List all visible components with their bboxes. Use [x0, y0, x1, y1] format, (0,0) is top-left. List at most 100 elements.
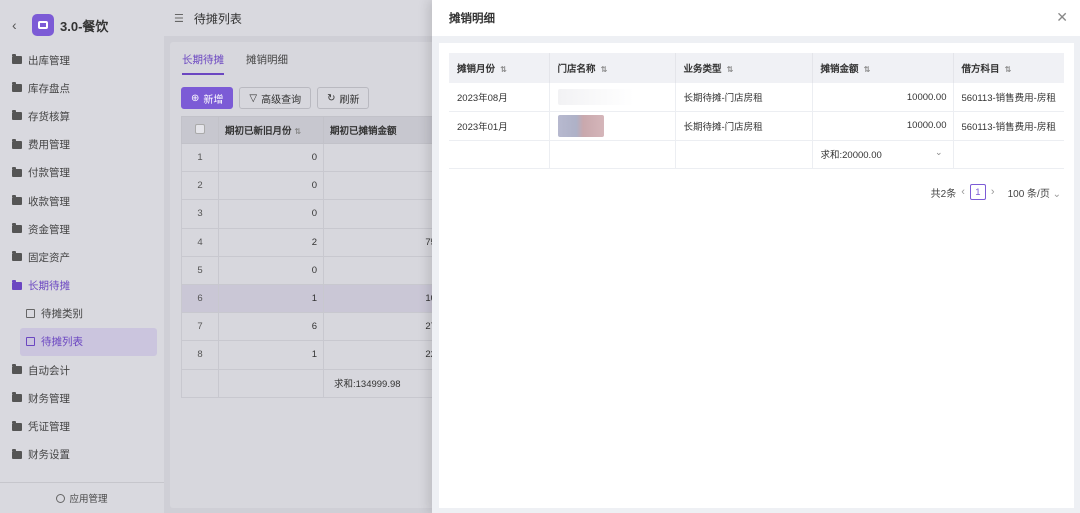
- sidebar-item-voucher[interactable]: 凭证管理: [0, 412, 164, 440]
- sidebar: ‹ 3.0-餐饮 出库管理 库存盘点 存货核算 费用管理 付款管理 收款管理 资…: [0, 0, 164, 513]
- sidebar-item-finance-settings[interactable]: 财务设置: [0, 441, 164, 469]
- refresh-label: 刷新: [339, 94, 360, 106]
- sidebar-item-payment[interactable]: 付款管理: [0, 159, 164, 187]
- sidebar-item-label: 长期待摊: [28, 280, 70, 293]
- row-index: 2: [181, 171, 219, 201]
- sidebar-item-fixed-assets[interactable]: 固定资产: [0, 243, 164, 271]
- sidebar-item-amortization-category[interactable]: 待摊类别: [0, 300, 164, 328]
- table-row[interactable]: 4275000.00: [181, 227, 470, 257]
- sidebar-item-outbound[interactable]: 出库管理: [0, 46, 164, 74]
- tab-long-term-amortization[interactable]: 长期待摊: [182, 52, 224, 75]
- sidebar-item-label: 库存盘点: [28, 82, 70, 95]
- chevron-down-icon[interactable]: ⌄: [935, 147, 943, 158]
- select-all-checkbox[interactable]: [195, 123, 205, 134]
- tab-amortization-detail[interactable]: 摊销明细: [246, 52, 288, 75]
- close-icon[interactable]: ✕: [1056, 10, 1068, 24]
- pagination: 共2条 ‹ 1 › 100 条/页 ⌄: [931, 184, 1061, 200]
- sidebar-item-funds[interactable]: 资金管理: [0, 215, 164, 243]
- select-all-cell[interactable]: [181, 116, 219, 144]
- months-cell: 0: [218, 255, 324, 285]
- app-management-label: 应用管理: [69, 494, 108, 505]
- type-cell: 长期待摊-门店房租: [675, 83, 813, 112]
- menu-fold-icon[interactable]: ☰: [174, 12, 184, 25]
- folder-icon: [12, 223, 22, 234]
- chevron-left-icon[interactable]: ‹: [12, 17, 28, 33]
- account-cell: 560113-销售费用-房租: [953, 83, 1064, 112]
- sum-cell[interactable]: 求和:20000.00 ⌄: [812, 140, 954, 169]
- column-header-label: 期初已新旧月份: [225, 126, 292, 137]
- advanced-search-button[interactable]: ▽ 高级查询: [239, 87, 312, 109]
- app-management-button[interactable]: 应用管理: [0, 482, 164, 513]
- sidebar-menu: 出库管理 库存盘点 存货核算 费用管理 付款管理 收款管理 资金管理 固定资产 …: [0, 46, 164, 469]
- plus-circle-icon: ⊕: [191, 92, 200, 104]
- gear-icon: [56, 493, 66, 503]
- chevron-left-icon[interactable]: ‹: [961, 186, 965, 198]
- table-row[interactable]: 200.00: [181, 171, 470, 201]
- column-header[interactable]: 借方科目 ⇅: [953, 53, 1064, 83]
- table-row[interactable]: 100.00: [181, 142, 470, 173]
- sidebar-item-amortization-list[interactable]: 待摊列表: [20, 327, 157, 357]
- detail-table: 摊销月份 ⇅ 门店名称 ⇅ 业务类型 ⇅ 摊销金额 ⇅ 借方科目 ⇅ 2023年…: [449, 53, 1064, 169]
- column-header[interactable]: 期初已新旧月份 ⇅: [218, 116, 324, 144]
- table-row[interactable]: 300.00: [181, 199, 470, 229]
- sidebar-item-auto-accounting[interactable]: 自动会计: [0, 356, 164, 384]
- sidebar-item-receipt[interactable]: 收款管理: [0, 187, 164, 215]
- folder-icon: [12, 110, 22, 121]
- empty-cell: [449, 140, 550, 169]
- sidebar-item-label: 凭证管理: [28, 421, 70, 434]
- sort-icon[interactable]: ⇅: [599, 65, 608, 74]
- sidebar-item-stocktake[interactable]: 库存盘点: [0, 74, 164, 102]
- row-index: 5: [181, 255, 219, 285]
- table-row[interactable]: 2023年01月 长期待摊-门店房租 10000.00 560113-销售费用-…: [449, 111, 1064, 141]
- sidebar-item-long-term-amortization[interactable]: 长期待摊: [0, 272, 164, 300]
- redacted-store-name: [557, 114, 604, 137]
- row-index: 1: [181, 142, 219, 173]
- sum-value: 求和:134999.98: [334, 379, 401, 391]
- sidebar-item-label: 出库管理: [28, 54, 70, 67]
- column-header[interactable]: 业务类型 ⇅: [675, 53, 813, 83]
- sidebar-item-label: 待摊类别: [41, 308, 83, 321]
- sum-value: 求和:20000.00: [820, 150, 882, 162]
- table-row[interactable]: 8122500.00: [181, 340, 470, 370]
- page-size-select[interactable]: 100 条/页 ⌄: [1008, 185, 1061, 200]
- type-cell: 长期待摊-门店房租: [675, 111, 813, 141]
- sidebar-item-label: 存货核算: [28, 110, 70, 123]
- chevron-right-icon[interactable]: ›: [991, 186, 995, 198]
- table-row[interactable]: 500.00: [181, 255, 470, 285]
- months-cell: 0: [218, 171, 324, 201]
- column-header-label: 摊销月份: [457, 64, 496, 75]
- table-row[interactable]: 7627499.98: [181, 312, 470, 342]
- add-button[interactable]: ⊕ 新增: [181, 87, 234, 109]
- sidebar-item-inventory-accounting[interactable]: 存货核算: [0, 102, 164, 130]
- folder-icon: [12, 82, 22, 93]
- column-header[interactable]: 摊销金额 ⇅: [812, 53, 954, 83]
- column-header[interactable]: 摊销月份 ⇅: [449, 53, 550, 83]
- page-number[interactable]: 1: [969, 184, 986, 200]
- table-row[interactable]: 6110000.00: [181, 283, 470, 314]
- store-cell: [549, 111, 676, 141]
- empty-cell: [953, 140, 1064, 169]
- sidebar-item-label: 付款管理: [28, 167, 70, 180]
- row-index: 7: [181, 312, 219, 342]
- document-icon: [26, 337, 35, 347]
- sidebar-item-expense[interactable]: 费用管理: [0, 131, 164, 159]
- sort-icon[interactable]: ⇅: [295, 127, 302, 136]
- sidebar-item-finance[interactable]: 财务管理: [0, 384, 164, 412]
- months-cell: 1: [218, 340, 324, 370]
- sort-icon[interactable]: ⇅: [1003, 65, 1012, 74]
- column-header[interactable]: 门店名称 ⇅: [549, 53, 676, 83]
- sidebar-item-label: 自动会计: [28, 364, 70, 377]
- month-cell: 2023年08月: [449, 83, 550, 112]
- refresh-icon: ↻: [327, 92, 336, 104]
- sort-icon[interactable]: ⇅: [498, 65, 507, 74]
- advanced-search-label: 高级查询: [261, 94, 302, 106]
- sidebar-item-label: 财务管理: [28, 392, 70, 405]
- sort-icon[interactable]: ⇅: [725, 65, 734, 74]
- table-row[interactable]: 2023年08月 长期待摊-门店房租 10000.00 560113-销售费用-…: [449, 83, 1064, 112]
- refresh-button[interactable]: ↻ 刷新: [317, 87, 370, 109]
- row-index: 4: [181, 227, 219, 257]
- amount-cell: 10000.00: [812, 83, 954, 112]
- months-cell: 0: [218, 199, 324, 229]
- tabs: 长期待摊 摊销明细: [182, 52, 310, 75]
- sort-icon[interactable]: ⇅: [862, 65, 871, 74]
